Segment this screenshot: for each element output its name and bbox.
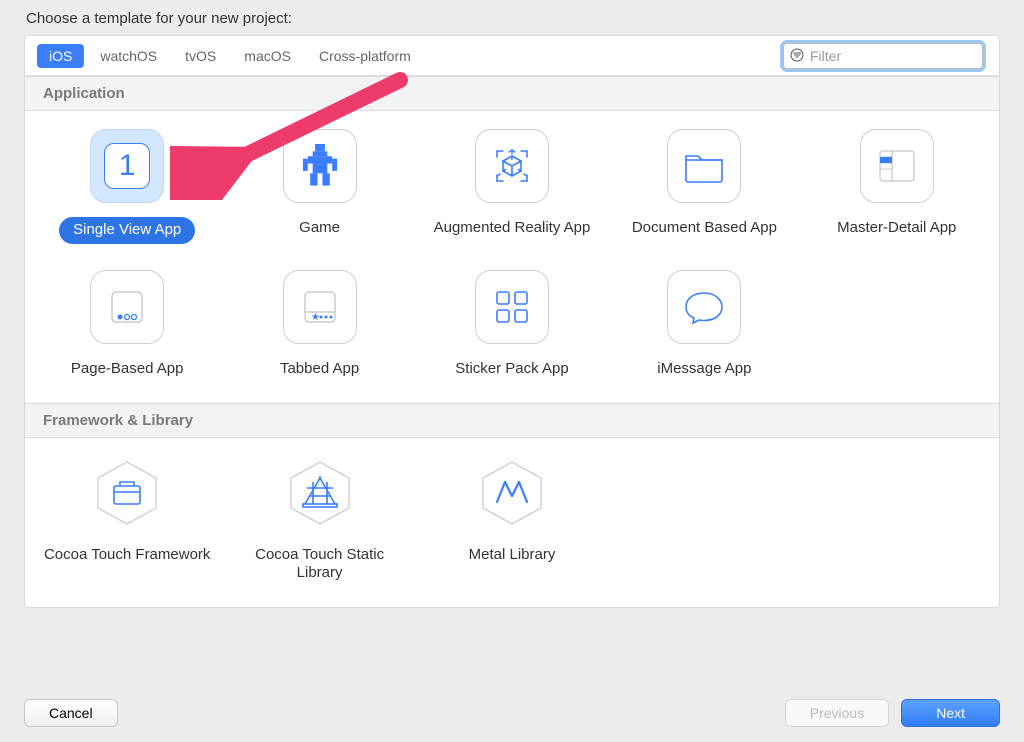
template-label: Sticker Pack App — [455, 360, 568, 377]
svg-text:★: ★ — [311, 312, 320, 323]
template-master-detail-app[interactable]: Master-Detail App — [801, 129, 993, 244]
framework-icon — [90, 456, 164, 530]
template-label: Document Based App — [632, 219, 777, 236]
template-label: Cocoa Touch Framework — [44, 546, 210, 563]
next-button[interactable]: Next — [901, 699, 1000, 727]
template-page-based-app[interactable]: Page-Based App — [31, 270, 223, 381]
template-label: Game — [299, 219, 340, 236]
template-document-based-app[interactable]: Document Based App — [608, 129, 800, 244]
template-sticker-pack-app[interactable]: Sticker Pack App — [416, 270, 608, 381]
augmented-reality-icon — [475, 129, 549, 203]
template-label: Tabbed App — [280, 360, 359, 377]
template-game[interactable]: Game — [223, 129, 415, 244]
template-augmented-reality-app[interactable]: Augmented Reality App — [416, 129, 608, 244]
template-cocoa-touch-framework[interactable]: Cocoa Touch Framework — [31, 456, 223, 586]
template-tabbed-app[interactable]: ★ Tabbed App — [223, 270, 415, 381]
template-imessage-app[interactable]: iMessage App — [608, 270, 800, 381]
template-label: Master-Detail App — [837, 219, 956, 236]
section-header-framework: Framework & Library — [25, 403, 999, 438]
page-based-icon — [90, 270, 164, 344]
filter-icon — [790, 48, 804, 64]
tabbed-icon: ★ — [283, 270, 357, 344]
filter-field[interactable] — [783, 43, 983, 69]
tab-watchos[interactable]: watchOS — [88, 44, 169, 68]
single-view-icon: 1 — [90, 129, 164, 203]
template-label: Page-Based App — [71, 360, 184, 377]
framework-grid: Cocoa Touch Framework Cocoa Touch Static… — [25, 438, 999, 608]
template-single-view-app[interactable]: 1 Single View App — [31, 129, 223, 244]
imessage-icon — [667, 270, 741, 344]
template-label: Metal Library — [469, 546, 556, 563]
tab-cross-platform[interactable]: Cross-platform — [307, 44, 423, 68]
template-label: iMessage App — [657, 360, 751, 377]
previous-button: Previous — [785, 699, 889, 727]
metal-icon — [475, 456, 549, 530]
template-chooser: iOS watchOS tvOS macOS Cross-platform Ap… — [24, 35, 1000, 608]
template-label: Single View App — [73, 221, 181, 238]
application-grid: 1 Single View App Game — [25, 111, 999, 403]
tab-macos[interactable]: macOS — [232, 44, 303, 68]
master-detail-icon — [860, 129, 934, 203]
filter-input[interactable] — [810, 48, 991, 64]
cancel-button[interactable]: Cancel — [24, 699, 118, 727]
dialog-title: Choose a template for your new project: — [0, 0, 1024, 35]
template-label: Augmented Reality App — [434, 219, 591, 236]
platform-tabs: iOS watchOS tvOS macOS Cross-platform — [25, 36, 999, 76]
template-label: Cocoa Touch Static Library — [255, 546, 384, 582]
tab-tvos[interactable]: tvOS — [173, 44, 228, 68]
static-library-icon — [283, 456, 357, 530]
section-header-application: Application — [25, 76, 999, 111]
tab-ios[interactable]: iOS — [37, 44, 84, 68]
template-metal-library[interactable]: Metal Library — [416, 456, 608, 586]
game-icon — [283, 129, 357, 203]
footer: Cancel Previous Next — [0, 684, 1024, 742]
document-icon — [667, 129, 741, 203]
template-cocoa-touch-static-library[interactable]: Cocoa Touch Static Library — [223, 456, 415, 586]
sticker-pack-icon — [475, 270, 549, 344]
